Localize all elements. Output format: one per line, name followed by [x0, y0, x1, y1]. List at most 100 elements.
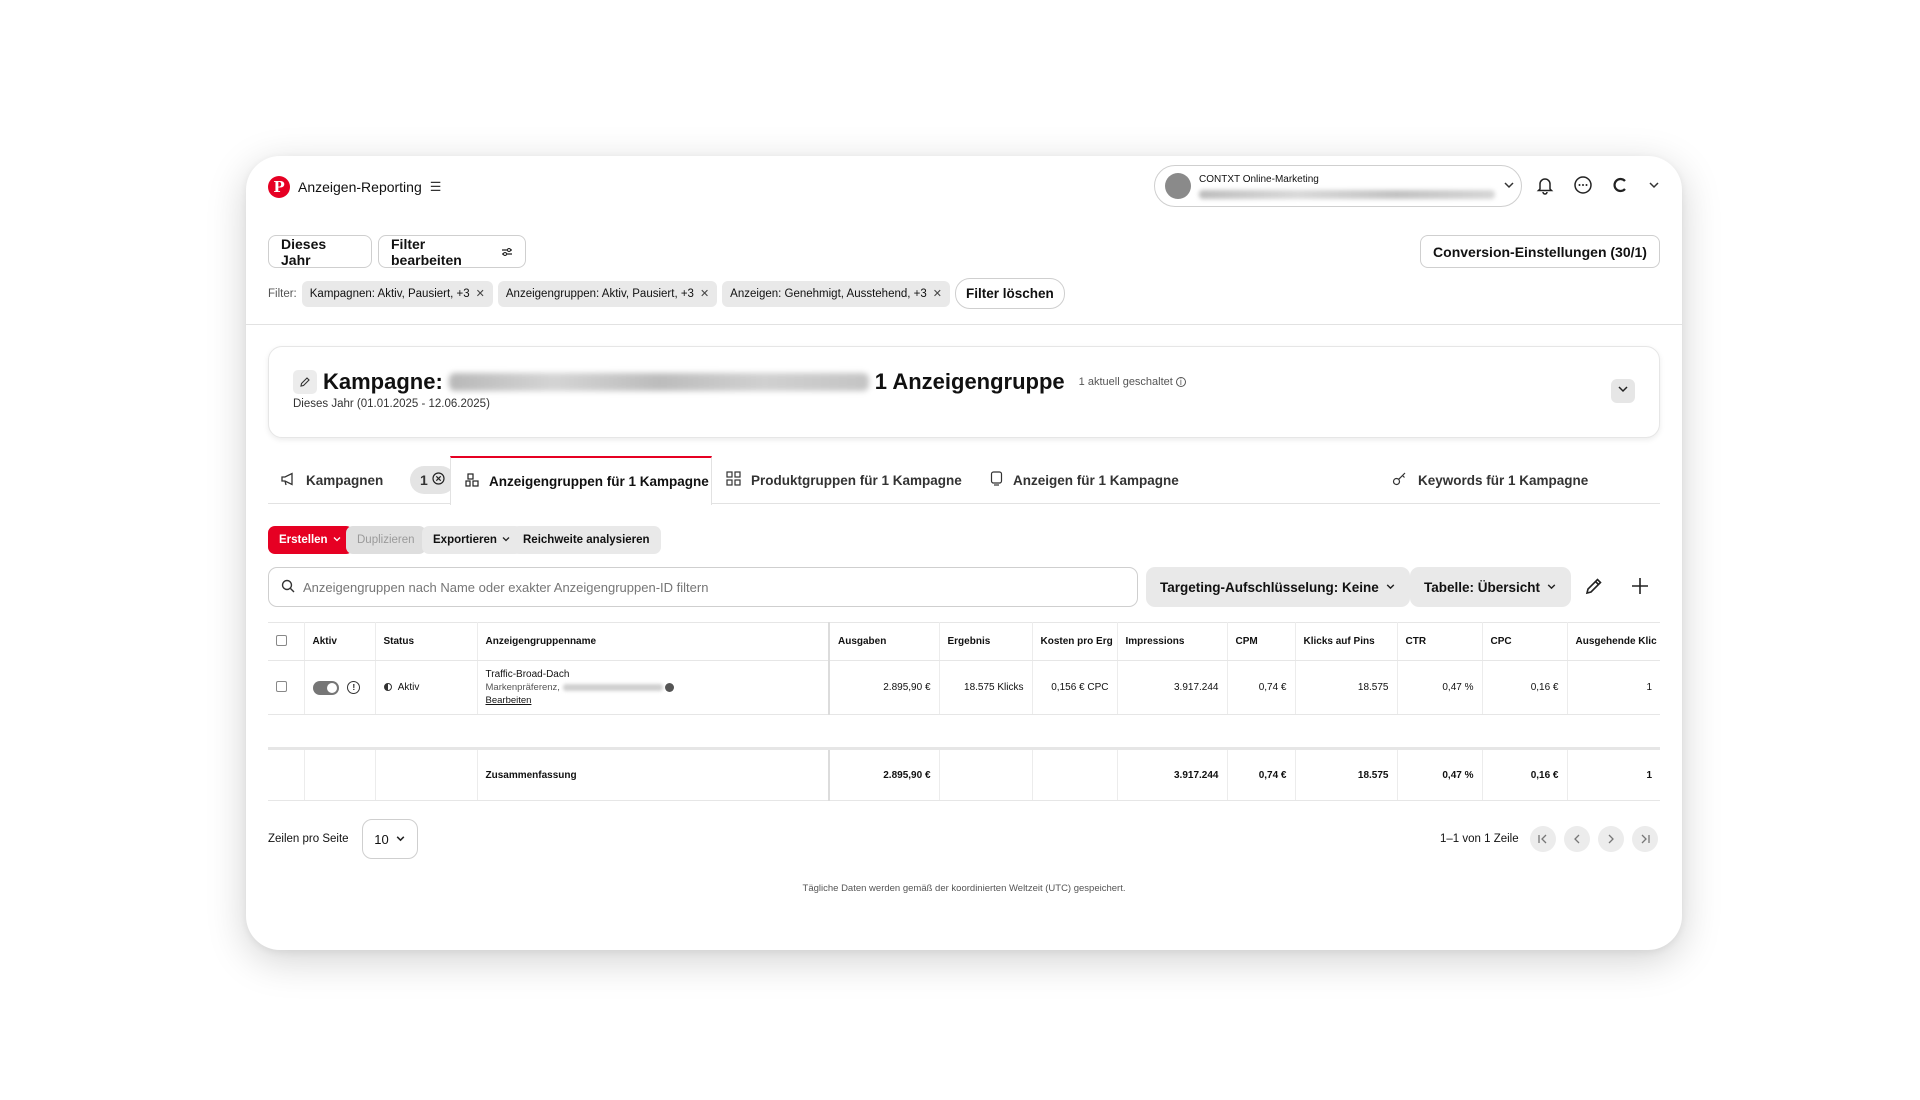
campaign-suffix: 1 Anzeigengruppe	[874, 369, 1065, 394]
plus-icon[interactable]	[1630, 576, 1650, 601]
key-icon	[1392, 472, 1408, 489]
app-title: Anzeigen-Reporting	[298, 179, 422, 195]
edit-filters-label: Filter bearbeiten	[391, 235, 462, 268]
expand-toggle[interactable]	[1611, 379, 1635, 403]
analyze-reach-button[interactable]: Reichweite analysieren	[512, 526, 661, 554]
table-row[interactable]: ! Aktiv Traffic-Broad-Dach Markenpräfere…	[268, 660, 1660, 715]
column-header[interactable]: Ausgehende Klic	[1567, 622, 1660, 661]
prev-page-icon[interactable]	[1564, 826, 1590, 852]
status-text: Aktiv	[397, 682, 420, 693]
table-view-label: Tabelle: Übersicht	[1424, 579, 1541, 595]
close-icon[interactable]: ✕	[933, 287, 942, 300]
active-toggle[interactable]	[312, 680, 339, 695]
tab-ads[interactable]: Anzeigen für 1 Kampagne	[990, 456, 1210, 504]
targeting-label: Targeting-Aufschlüsselung: Keine	[1160, 579, 1379, 595]
rows-per-page-select[interactable]: 10	[362, 819, 418, 859]
messages-icon[interactable]	[1572, 174, 1594, 196]
tab-productgroups[interactable]: Produktgruppen für 1 Kampagne	[726, 456, 976, 504]
chevron-down-icon	[501, 534, 511, 547]
chevron-down-icon[interactable]	[1648, 174, 1660, 196]
last-page-icon[interactable]	[1632, 826, 1658, 852]
select-all-checkbox[interactable]	[276, 634, 287, 646]
filter-bar: Filter: Kampagnen: Aktiv, Pausiert, +3 ✕…	[268, 278, 1065, 309]
info-icon[interactable]: i	[1175, 377, 1186, 387]
header-icons	[1534, 174, 1660, 196]
campaign-title: Kampagne: 1 Anzeigengruppe 1 aktuell ges…	[293, 369, 1186, 395]
page-navigation	[1530, 826, 1658, 852]
targeting-breakdown-dropdown[interactable]: Targeting-Aufschlüsselung: Keine	[1146, 567, 1410, 607]
tab-keywords[interactable]: Keywords für 1 Kampagne	[1392, 456, 1632, 504]
duplicate-button[interactable]: Duplizieren	[346, 526, 426, 554]
close-icon[interactable]: ✕	[476, 287, 485, 300]
chevron-down-icon	[332, 534, 342, 547]
pencil-icon[interactable]	[293, 370, 317, 394]
app-window: P Anzeigen-Reporting ☰ CONTXT Online-Mar…	[246, 156, 1682, 950]
tab-campaigns[interactable]: Kampagnen 1	[280, 456, 455, 504]
conversion-settings-button[interactable]: Conversion-Einstellungen (30/1)	[1420, 235, 1660, 268]
column-header[interactable]: Aktiv	[304, 622, 376, 661]
column-header[interactable]: Ausgaben	[829, 622, 940, 661]
adgroup-targeting: Markenpräferenz,	[485, 682, 560, 693]
column-header[interactable]: Status	[375, 622, 478, 661]
close-circle-icon[interactable]	[432, 472, 445, 488]
column-header[interactable]: Ergebnis	[939, 622, 1033, 661]
grid-icon	[726, 471, 741, 489]
outbound-cell: 1	[1567, 660, 1660, 715]
profile-icon[interactable]	[1610, 174, 1632, 196]
column-header[interactable]: Impressions	[1117, 622, 1228, 661]
adgroup-name[interactable]: Traffic-Broad-Dach	[486, 668, 821, 681]
chevron-down-icon	[1385, 580, 1396, 595]
summary-cpc: 0,16 €	[1482, 748, 1568, 801]
pin-card-icon	[990, 471, 1003, 489]
info-icon[interactable]: !	[347, 681, 361, 694]
adgroup-table: Aktiv Status Anzeigengruppenname Ausgabe…	[268, 622, 1660, 801]
column-header[interactable]: Klicks auf Pins	[1295, 622, 1398, 661]
filter-chip-campaigns[interactable]: Kampagnen: Aktiv, Pausiert, +3 ✕	[301, 280, 493, 307]
account-avatar	[1165, 173, 1191, 199]
filter-chip-adgroups[interactable]: Anzeigengruppen: Aktiv, Pausiert, +3 ✕	[497, 280, 718, 307]
column-header[interactable]: CPM	[1227, 622, 1296, 661]
select-all-cell	[268, 622, 305, 661]
filter-label: Filter:	[268, 287, 297, 300]
first-page-icon[interactable]	[1530, 826, 1556, 852]
targeting-redacted	[562, 683, 663, 691]
menu-icon[interactable]: ☰	[430, 179, 442, 195]
pinterest-logo-icon[interactable]: P	[268, 176, 290, 198]
column-header[interactable]: Anzeigengruppenname	[477, 622, 830, 661]
tab-label: Anzeigengruppen für 1 Kampagne	[489, 474, 709, 489]
summary-pin-clicks: 18.575	[1295, 748, 1398, 801]
sliders-icon	[501, 244, 513, 260]
edit-link[interactable]: Bearbeiten	[486, 694, 821, 707]
filter-chip-label: Anzeigen: Genehmigt, Ausstehend, +3	[730, 287, 927, 300]
date-range-button[interactable]: Dieses Jahr	[268, 235, 372, 268]
clear-filters-button[interactable]: Filter löschen	[955, 278, 1065, 309]
chevron-down-icon	[1617, 382, 1629, 400]
tab-label: Anzeigen für 1 Kampagne	[1013, 472, 1179, 488]
filter-chip-label: Kampagnen: Aktiv, Pausiert, +3	[309, 287, 470, 300]
remove-circle-icon[interactable]	[665, 682, 675, 692]
summary-impressions: 3.917.244	[1117, 748, 1228, 801]
filter-chip-ads[interactable]: Anzeigen: Genehmigt, Ausstehend, +3 ✕	[722, 280, 950, 307]
row-checkbox[interactable]	[276, 680, 287, 692]
account-name: CONTXT Online-Marketing	[1199, 174, 1319, 185]
export-label: Exportieren	[433, 534, 497, 546]
chevron-down-icon	[1503, 179, 1515, 194]
column-header[interactable]: CPC	[1482, 622, 1568, 661]
tab-label: Produktgruppen für 1 Kampagne	[751, 472, 962, 488]
campaign-count-pill[interactable]: 1	[410, 466, 455, 494]
close-icon[interactable]: ✕	[700, 287, 709, 300]
tab-adgroups[interactable]: Anzeigengruppen für 1 Kampagne	[450, 456, 712, 505]
edit-filters-button[interactable]: Filter bearbeiten	[378, 235, 526, 268]
bell-icon[interactable]	[1534, 174, 1556, 196]
next-page-icon[interactable]	[1598, 826, 1624, 852]
megaphone-icon	[280, 471, 296, 489]
column-header[interactable]: Kosten pro Erg	[1032, 622, 1118, 661]
filter-chip-label: Anzeigengruppen: Aktiv, Pausiert, +3	[505, 287, 694, 300]
account-switcher[interactable]: CONTXT Online-Marketing	[1154, 165, 1522, 207]
column-header[interactable]: CTR	[1397, 622, 1483, 661]
adgroup-search[interactable]: Anzeigengruppen nach Name oder exakter A…	[268, 567, 1138, 607]
export-button[interactable]: Exportieren	[422, 526, 522, 554]
create-button[interactable]: Erstellen	[268, 526, 353, 554]
table-view-dropdown[interactable]: Tabelle: Übersicht	[1410, 567, 1572, 607]
pencil-icon[interactable]	[1584, 576, 1604, 601]
